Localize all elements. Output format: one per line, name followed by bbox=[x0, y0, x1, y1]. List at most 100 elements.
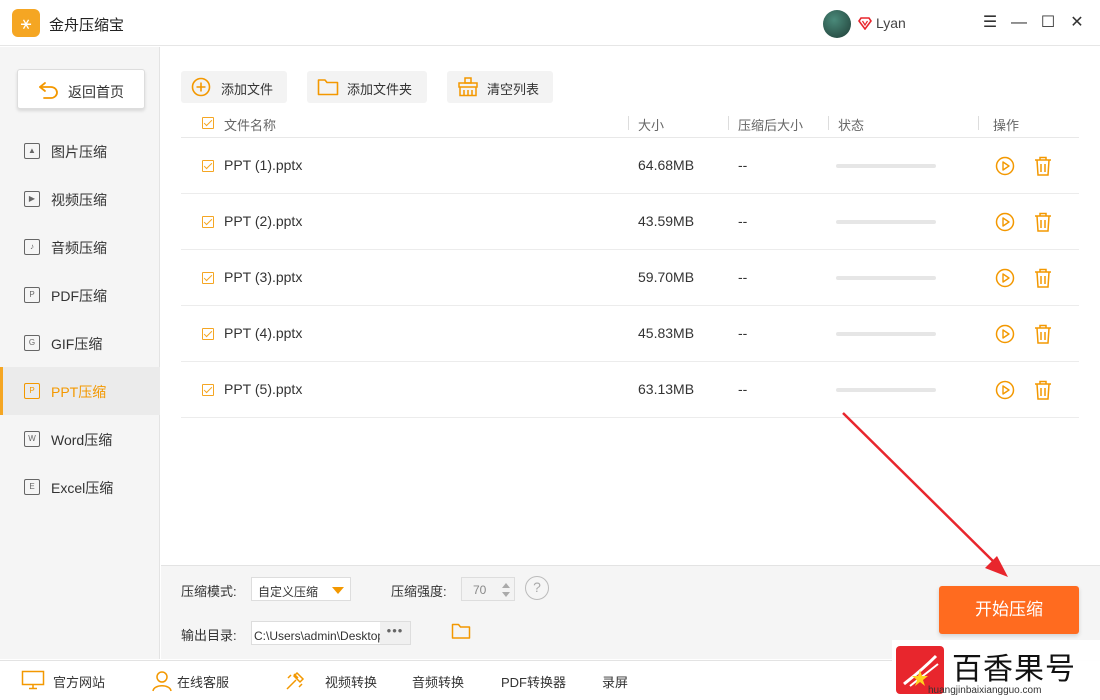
progress-bar bbox=[836, 276, 936, 280]
footer-audio-convert[interactable]: 音频转换 bbox=[412, 672, 464, 691]
folder-icon bbox=[317, 79, 339, 96]
table-row: PPT (5).pptx 63.13MB -- bbox=[181, 362, 1079, 418]
user-avatar[interactable] bbox=[823, 10, 851, 38]
table-header: 文件名称 大小 压缩后大小 状态 操作 bbox=[181, 110, 1079, 138]
header-actions: 操作 bbox=[993, 118, 1020, 133]
sidebar-item-label: PDF压缩 bbox=[51, 288, 107, 304]
table-row: PPT (3).pptx 59.70MB -- bbox=[181, 250, 1079, 306]
trash-icon[interactable] bbox=[1033, 211, 1053, 233]
row-checkbox[interactable] bbox=[202, 272, 214, 284]
row-checkbox[interactable] bbox=[202, 216, 214, 228]
mode-select[interactable]: 自定义压缩 bbox=[251, 577, 351, 601]
clear-list-button[interactable]: 清空列表 bbox=[447, 71, 553, 103]
trash-icon[interactable] bbox=[1033, 267, 1053, 289]
file-name: PPT (3).pptx bbox=[224, 269, 303, 285]
trash-icon[interactable] bbox=[1033, 323, 1053, 345]
start-compress-button[interactable]: 开始压缩 bbox=[939, 586, 1079, 634]
compressed-size: -- bbox=[738, 213, 748, 229]
sidebar-item-excel[interactable]: E Excel压缩 bbox=[0, 463, 160, 511]
video-icon: ▶ bbox=[24, 191, 40, 207]
footer-online-support[interactable]: 在线客服 bbox=[177, 672, 229, 691]
file-size: 63.13MB bbox=[638, 381, 695, 397]
sidebar-item-video[interactable]: ▶ 视频压缩 bbox=[0, 175, 160, 223]
back-home-button[interactable]: 返回首页 bbox=[17, 69, 145, 109]
header-compressed-size: 压缩后大小 bbox=[738, 118, 804, 133]
play-icon[interactable] bbox=[995, 380, 1015, 400]
header-file-name: 文件名称 bbox=[224, 118, 277, 133]
progress-bar bbox=[836, 388, 936, 392]
open-folder-icon[interactable] bbox=[451, 622, 471, 640]
gif-icon: G bbox=[24, 335, 40, 351]
row-checkbox[interactable] bbox=[202, 384, 214, 396]
sidebar-item-label: 音频压缩 bbox=[51, 240, 107, 256]
mode-value: 自定义压缩 bbox=[258, 585, 319, 599]
audio-icon: ♪ bbox=[24, 239, 40, 255]
user-name[interactable]: Lyan bbox=[876, 15, 906, 31]
sidebar-item-audio[interactable]: ♪ 音频压缩 bbox=[0, 223, 160, 271]
select-all-checkbox[interactable] bbox=[202, 117, 214, 129]
compressed-size: -- bbox=[738, 325, 748, 341]
broom-icon bbox=[458, 77, 478, 97]
header-divider bbox=[978, 116, 979, 130]
minimize-icon[interactable]: — bbox=[1008, 12, 1030, 34]
header-divider bbox=[828, 116, 829, 130]
user-support-icon bbox=[152, 671, 172, 692]
row-checkbox[interactable] bbox=[202, 328, 214, 340]
compressed-size: -- bbox=[738, 269, 748, 285]
pdf-icon: P bbox=[24, 287, 40, 303]
play-icon[interactable] bbox=[995, 324, 1015, 344]
header-status: 状态 bbox=[838, 118, 865, 133]
sidebar-item-ppt[interactable]: P PPT压缩 bbox=[0, 367, 160, 415]
footer-website[interactable]: 官方网站 bbox=[53, 672, 105, 691]
sidebar-item-label: 图片压缩 bbox=[51, 144, 107, 160]
compressed-size: -- bbox=[738, 381, 748, 397]
sidebar-item-image[interactable]: ▲ 图片压缩 bbox=[0, 127, 160, 175]
footer-record[interactable]: 录屏 bbox=[602, 672, 628, 691]
add-folder-button[interactable]: 添加文件夹 bbox=[307, 71, 427, 103]
stepper-up-icon[interactable] bbox=[502, 583, 510, 588]
file-size: 43.59MB bbox=[638, 213, 695, 229]
add-file-label: 添加文件 bbox=[221, 82, 274, 97]
sidebar-item-gif[interactable]: G GIF压缩 bbox=[0, 319, 160, 367]
stepper-down-icon[interactable] bbox=[502, 592, 510, 597]
file-size: 45.83MB bbox=[638, 325, 695, 341]
play-icon[interactable] bbox=[995, 156, 1015, 176]
sidebar-item-label: 视频压缩 bbox=[51, 192, 107, 208]
ppt-icon: P bbox=[24, 383, 40, 399]
browse-more-button[interactable]: ••• bbox=[380, 622, 410, 644]
menu-icon[interactable]: ☰ bbox=[979, 12, 1001, 34]
row-checkbox[interactable] bbox=[202, 160, 214, 172]
play-icon[interactable] bbox=[995, 268, 1015, 288]
sidebar-item-label: PPT压缩 bbox=[51, 384, 107, 400]
table-row: PPT (4).pptx 45.83MB -- bbox=[181, 306, 1079, 362]
app-title: 金舟压缩宝 bbox=[49, 17, 125, 34]
header-divider bbox=[728, 116, 729, 130]
file-size: 64.68MB bbox=[638, 157, 695, 173]
excel-icon: E bbox=[24, 479, 40, 495]
progress-bar bbox=[836, 332, 936, 336]
image-icon: ▲ bbox=[24, 143, 40, 159]
output-dir-field[interactable]: C:\Users\admin\Desktop\金舟压缩宝 ••• bbox=[251, 621, 411, 645]
add-file-button[interactable]: 添加文件 bbox=[181, 71, 287, 103]
sidebar-item-pdf[interactable]: P PDF压缩 bbox=[0, 271, 160, 319]
maximize-icon[interactable]: ☐ bbox=[1037, 12, 1059, 34]
compressed-size: -- bbox=[738, 157, 748, 173]
trash-icon[interactable] bbox=[1033, 379, 1053, 401]
file-name: PPT (5).pptx bbox=[224, 381, 303, 397]
vip-diamond-icon bbox=[858, 17, 872, 30]
footer-pdf-convert[interactable]: PDF转换器 bbox=[501, 672, 566, 691]
help-icon[interactable]: ? bbox=[525, 576, 549, 600]
table-row: PPT (1).pptx 64.68MB -- bbox=[181, 138, 1079, 194]
sidebar-item-label: Word压缩 bbox=[51, 432, 113, 448]
file-name: PPT (4).pptx bbox=[224, 325, 303, 341]
header-divider bbox=[628, 116, 629, 130]
close-icon[interactable]: ✕ bbox=[1066, 12, 1088, 34]
footer-video-convert[interactable]: 视频转换 bbox=[325, 672, 377, 691]
title-bar: ⚹ 金舟压缩宝 Lyan ☰ — ☐ ✕ bbox=[0, 0, 1100, 46]
play-icon[interactable] bbox=[995, 212, 1015, 232]
trash-icon[interactable] bbox=[1033, 155, 1053, 177]
mode-label: 压缩模式: bbox=[181, 584, 237, 599]
sidebar: 返回首页 ▲ 图片压缩 ▶ 视频压缩 ♪ 音频压缩 P PDF压缩 G GIF压缩 P PPT压缩 W W… bbox=[0, 47, 160, 659]
sidebar-item-word[interactable]: W Word压缩 bbox=[0, 415, 160, 463]
strength-stepper[interactable]: 70 bbox=[461, 577, 515, 601]
